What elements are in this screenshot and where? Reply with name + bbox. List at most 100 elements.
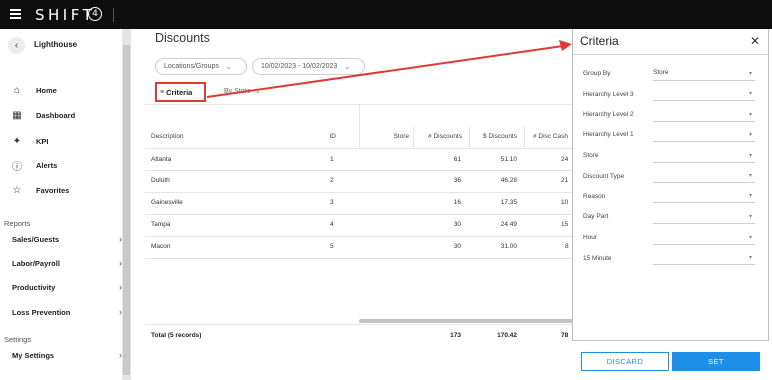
sidebar-item-favorites[interactable]: ☆ Favorites — [10, 183, 70, 197]
hour-select[interactable]: ▾ — [653, 233, 755, 245]
cell-id: 1 — [330, 156, 334, 163]
store-label: Store — [583, 152, 599, 159]
sidebar-item-my-settings[interactable]: My Settings › — [12, 350, 122, 363]
chevron-down-icon: ▾ — [748, 235, 752, 241]
cell-id: 5 — [330, 243, 334, 250]
sidebar-item-sales-guests[interactable]: Sales/Guests › — [12, 234, 122, 247]
row-divider — [145, 236, 572, 237]
column-header-id[interactable]: ID — [310, 133, 337, 140]
total-row-label: Total (5 records) — [151, 332, 202, 339]
cell-discounts-count: 30 — [453, 221, 461, 228]
chevron-down-icon: ▾ — [748, 71, 752, 77]
store-select[interactable]: ▾ — [653, 151, 755, 163]
fifteen-minute-label: 15 Minute — [583, 255, 612, 262]
hierarchy-level-1-select[interactable]: ▾ — [653, 130, 755, 142]
hamburger-menu-icon[interactable] — [10, 9, 21, 19]
chevron-down-icon: ▾ — [748, 132, 752, 138]
cell-description: Gainesville — [151, 199, 183, 206]
sidebar-item-label: Labor/Payroll — [12, 259, 60, 268]
cell-description: Macon — [151, 243, 171, 250]
app-logo: SHIFT — [35, 6, 96, 24]
site-name: Lighthouse — [34, 40, 78, 49]
chevron-down-icon: ▾ — [748, 153, 752, 159]
cell-id: 4 — [330, 221, 334, 228]
chevron-down-icon: ⌄ — [344, 63, 351, 71]
hierarchy-level-3-select[interactable]: ▾ — [653, 89, 755, 101]
row-divider — [145, 214, 572, 215]
back-button[interactable]: ‹ — [8, 37, 25, 54]
sidebar-item-loss-prevention[interactable]: Loss Prevention › — [12, 307, 122, 320]
day-part-select[interactable]: ▾ — [653, 212, 755, 224]
reason-label: Reason — [583, 193, 606, 200]
settings-section-title: Settings — [4, 335, 32, 344]
cell-description: Atlanta — [151, 156, 172, 163]
row-divider — [145, 170, 572, 171]
close-icon[interactable]: ✕ — [750, 34, 760, 48]
column-header-description[interactable]: Description — [151, 133, 184, 140]
cell-discounts-amount: 17.35 — [500, 199, 517, 206]
column-divider — [524, 126, 525, 148]
sidebar-item-dashboard[interactable]: ▦ Dashboard — [10, 108, 75, 122]
sidebar-item-label: Alerts — [36, 160, 58, 170]
hierarchy-level-2-select[interactable]: ▾ — [653, 110, 755, 122]
sidebar-item-productivity[interactable]: Productivity › — [12, 282, 122, 295]
cell-disc-cash: 8 — [565, 243, 569, 250]
cell-discounts-amount: 46.28 — [500, 177, 517, 184]
sidebar-item-label: Sales/Guests — [12, 235, 60, 244]
table-header-border — [145, 148, 572, 149]
page-title: Discounts — [155, 31, 210, 45]
sidebar-item-home[interactable]: ⌂ Home — [10, 83, 57, 97]
cell-disc-cash: 15 — [561, 221, 569, 228]
chevron-down-icon: ⌄ — [254, 88, 261, 95]
sidebar-item-kpi[interactable]: ✦ KPI — [10, 134, 49, 148]
row-divider — [145, 258, 572, 259]
locations-filter[interactable]: Locations/Groups ⌄ — [155, 58, 247, 75]
star-icon: ☆ — [12, 184, 22, 196]
reason-select[interactable]: ▾ — [653, 191, 755, 203]
set-button[interactable]: SET — [672, 352, 760, 371]
cell-disc-cash: 21 — [561, 177, 569, 184]
chevron-down-icon: ▾ — [748, 112, 752, 118]
chevron-down-icon: ▾ — [748, 214, 752, 220]
sidebar-item-labor-payroll[interactable]: Labor/Payroll › — [12, 258, 122, 271]
sidebar-item-label: Loss Prevention — [12, 308, 71, 317]
fifteen-minute-select[interactable]: ▾ — [653, 253, 755, 265]
criteria-button-label: Criteria — [166, 87, 193, 97]
discount-type-select[interactable]: ▾ — [653, 171, 755, 183]
cell-disc-cash: 24 — [561, 156, 569, 163]
reports-section-title: Reports — [4, 219, 31, 228]
criteria-button[interactable]: ≡ Criteria — [155, 82, 206, 102]
column-header-discounts-count[interactable]: # Discounts — [415, 133, 462, 140]
group-by-label: Group By — [583, 70, 611, 77]
sidebar-scrollbar-thumb[interactable] — [123, 45, 130, 375]
date-range-filter[interactable]: 10/02/2023 - 10/02/2023 ⌄ — [252, 58, 365, 75]
criteria-panel-divider — [573, 54, 768, 55]
filter-icon: ≡ — [160, 88, 165, 96]
sidebar-item-label: Home — [36, 85, 57, 95]
column-header-discounts-amount[interactable]: $ Discounts — [471, 133, 517, 140]
column-header-store[interactable]: Store — [380, 133, 409, 140]
table-horizontal-scrollbar[interactable] — [359, 319, 574, 323]
row-divider — [145, 192, 572, 193]
topbar-divider — [113, 8, 114, 22]
discount-type-label: Discount Type — [583, 173, 625, 180]
column-header-disc-cash[interactable]: # Disc Cash — [533, 133, 568, 140]
total-discounts-amount: 170.42 — [497, 332, 517, 339]
sidebar-item-alerts[interactable]: ⓘ Alerts — [10, 158, 58, 173]
sidebar-item-label: KPI — [36, 136, 49, 146]
column-divider — [413, 126, 414, 148]
column-divider — [469, 126, 470, 148]
cell-id: 3 — [330, 199, 334, 206]
total-disc-cash: 78 — [561, 332, 569, 339]
discard-button[interactable]: DISCARD — [581, 352, 669, 371]
group-by-dropdown[interactable]: By Store ⌄ — [224, 87, 261, 95]
chevron-down-icon: ▾ — [748, 193, 752, 199]
sidebar-item-label: Dashboard — [36, 110, 76, 120]
group-by-select[interactable]: Store ▾ — [653, 69, 755, 81]
hierarchy-level-1-label: Hierarchy Level 1 — [583, 131, 634, 138]
hour-label: Hour — [583, 234, 598, 241]
hierarchy-level-3-label: Hierarchy Level 3 — [583, 91, 634, 98]
logo-badge: 4 — [88, 7, 102, 21]
chevron-down-icon: ⌄ — [225, 63, 232, 71]
sidebar-item-label: Favorites — [36, 185, 70, 195]
